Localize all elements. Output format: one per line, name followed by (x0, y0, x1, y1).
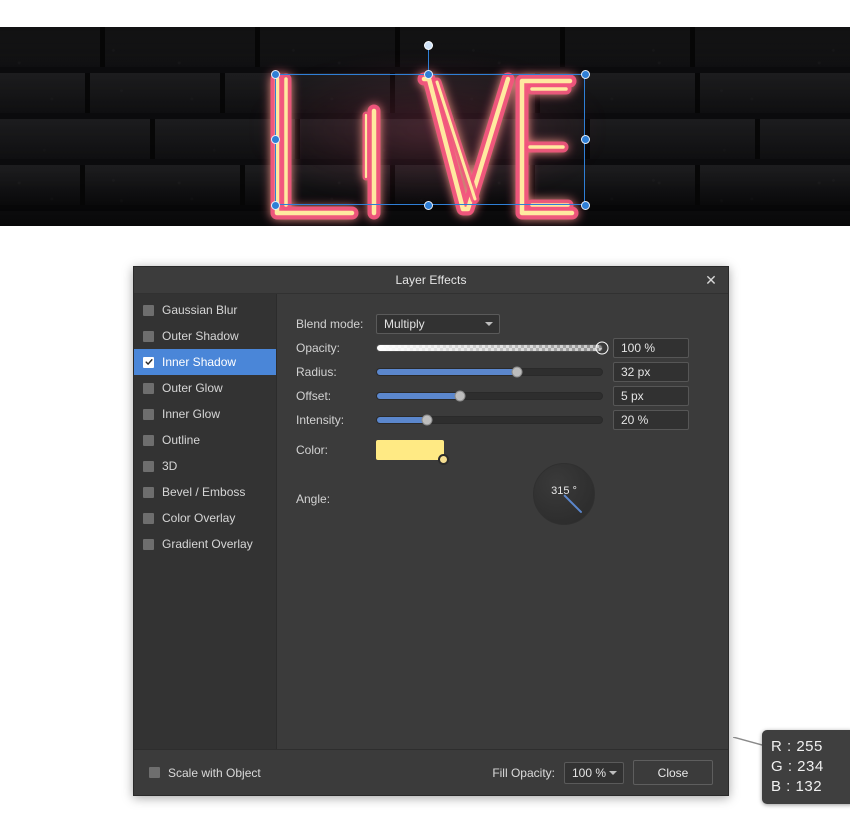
image-canvas[interactable] (0, 27, 850, 226)
intensity-value-field[interactable]: 20 % (613, 410, 689, 430)
intensity-slider[interactable] (376, 414, 603, 426)
offset-slider-handle[interactable] (454, 390, 466, 402)
selection-overlay[interactable] (0, 27, 850, 226)
checkbox-icon[interactable] (143, 330, 154, 342)
handle-top-left[interactable] (271, 70, 280, 79)
scale-with-object-label: Scale with Object (168, 765, 261, 780)
close-icon[interactable]: ✕ (702, 271, 720, 289)
rgb-red-value: R : 255 (771, 738, 823, 755)
checkbox-icon[interactable] (143, 538, 154, 550)
effect-item-gradient-overlay[interactable]: Gradient Overlay (134, 531, 276, 557)
rgb-color-tooltip: R : 255 G : 234 B : 132 (762, 730, 850, 804)
offset-slider[interactable] (376, 390, 603, 402)
offset-label: Offset: (296, 389, 332, 403)
angle-dial[interactable]: 315 ° (533, 463, 595, 525)
effect-item-bevel-emboss[interactable]: Bevel / Emboss (134, 479, 276, 505)
effect-settings-panel: Blend mode: Multiply Opacity: 100 % Radi… (277, 294, 850, 804)
intensity-row: Intensity: 20 % (277, 408, 728, 432)
blend-mode-label: Blend mode: (296, 317, 364, 331)
checkbox-icon (149, 767, 160, 778)
handle-middle-right[interactable] (581, 135, 590, 144)
layer-effects-dialog[interactable]: Layer Effects ✕ Gaussian Blur Outer Shado… (133, 266, 850, 804)
blend-mode-row: Blend mode: Multiply (277, 312, 728, 336)
intensity-label: Intensity: (296, 413, 345, 427)
opacity-label: Opacity: (296, 341, 341, 355)
angle-label: Angle: (296, 492, 331, 506)
checkbox-icon[interactable] (143, 408, 154, 420)
offset-slider-fill (377, 393, 461, 399)
effect-item-inner-shadow[interactable]: Inner Shadow (134, 349, 276, 375)
rotate-handle[interactable] (424, 41, 433, 50)
effect-item-3d[interactable]: 3D (134, 453, 276, 479)
effect-item-inner-glow[interactable]: Inner Glow (134, 401, 276, 427)
radius-row: Radius: 32 px (277, 360, 728, 384)
opacity-value-field[interactable]: 100 % (613, 338, 689, 358)
checkbox-icon[interactable] (143, 460, 154, 472)
footer-right-group: Fill Opacity: 100 % Close (492, 760, 713, 785)
intensity-slider-fill (377, 417, 427, 423)
selection-bounding-box[interactable] (275, 74, 585, 205)
rgb-blue-value: B : 132 (771, 778, 823, 795)
opacity-row: Opacity: 100 % (277, 336, 728, 360)
dialog-titlebar[interactable]: Layer Effects ✕ (134, 267, 728, 294)
blend-mode-value: Multiply (384, 317, 425, 331)
checkbox-icon[interactable] (143, 304, 154, 316)
handle-bottom-right[interactable] (581, 201, 590, 210)
checkbox-icon[interactable] (143, 512, 154, 524)
effect-item-outer-glow[interactable]: Outer Glow (134, 375, 276, 401)
fill-opacity-label: Fill Opacity: (492, 765, 555, 780)
effect-item-label: Bevel / Emboss (162, 485, 246, 499)
effect-item-label: Color Overlay (162, 511, 236, 525)
effect-item-label: Inner Shadow (162, 355, 237, 369)
effect-item-label: 3D (162, 459, 178, 473)
radius-label: Radius: (296, 365, 337, 379)
handle-middle-left[interactable] (271, 135, 280, 144)
dialog-body: Gaussian Blur Outer Shadow Inner Shadow Out… (134, 294, 850, 804)
handle-top-right[interactable] (581, 70, 590, 79)
rgb-green-value: G : 234 (771, 758, 824, 775)
effect-item-label: Outer Glow (162, 381, 223, 395)
checkbox-icon[interactable] (143, 434, 154, 446)
effect-item-label: Gaussian Blur (162, 303, 238, 317)
chevron-down-icon (609, 770, 617, 775)
effect-item-outline[interactable]: Outline (134, 427, 276, 453)
dialog-title: Layer Effects (395, 273, 467, 287)
effect-item-label: Outline (162, 433, 201, 447)
chevron-down-icon (485, 322, 493, 326)
offset-value-field[interactable]: 5 px (613, 386, 689, 406)
fill-opacity-value: 100 % (572, 765, 607, 780)
radius-value-field[interactable]: 32 px (613, 362, 689, 382)
effect-item-outer-shadow[interactable]: Outer Shadow (134, 323, 276, 349)
handle-top-center[interactable] (424, 70, 433, 79)
checkbox-icon[interactable] (143, 486, 154, 498)
angle-row: Angle: 315 ° (277, 454, 728, 534)
effects-list[interactable]: Gaussian Blur Outer Shadow Inner Shadow Out… (134, 294, 277, 770)
checkbox-checked-icon[interactable] (143, 356, 154, 368)
fill-opacity-select[interactable]: 100 % (564, 761, 624, 784)
angle-needle[interactable] (563, 494, 583, 514)
effect-item-label: Outer Shadow (162, 329, 239, 343)
radius-slider[interactable] (376, 366, 603, 378)
offset-row: Offset: 5 px (277, 384, 728, 408)
radius-slider-handle[interactable] (511, 366, 522, 378)
close-button[interactable]: Close (633, 760, 713, 785)
checkbox-icon[interactable] (143, 382, 154, 394)
effect-item-gaussian-blur[interactable]: Gaussian Blur (134, 297, 276, 323)
opacity-slider[interactable] (376, 341, 609, 355)
effect-item-label: Inner Glow (162, 407, 221, 421)
handle-bottom-center[interactable] (424, 201, 433, 210)
scale-with-object-checkbox[interactable]: Scale with Object (149, 766, 261, 780)
opacity-slider-handle[interactable] (595, 341, 609, 355)
effect-item-label: Gradient Overlay (162, 537, 253, 551)
dialog-footer: Scale with Object Fill Opacity: 100 % Cl… (134, 749, 728, 795)
radius-slider-fill (377, 369, 517, 375)
effect-item-color-overlay[interactable]: Color Overlay (134, 505, 276, 531)
blend-mode-select[interactable]: Multiply (376, 314, 500, 334)
handle-bottom-left[interactable] (271, 201, 280, 210)
intensity-slider-handle[interactable] (421, 414, 432, 426)
